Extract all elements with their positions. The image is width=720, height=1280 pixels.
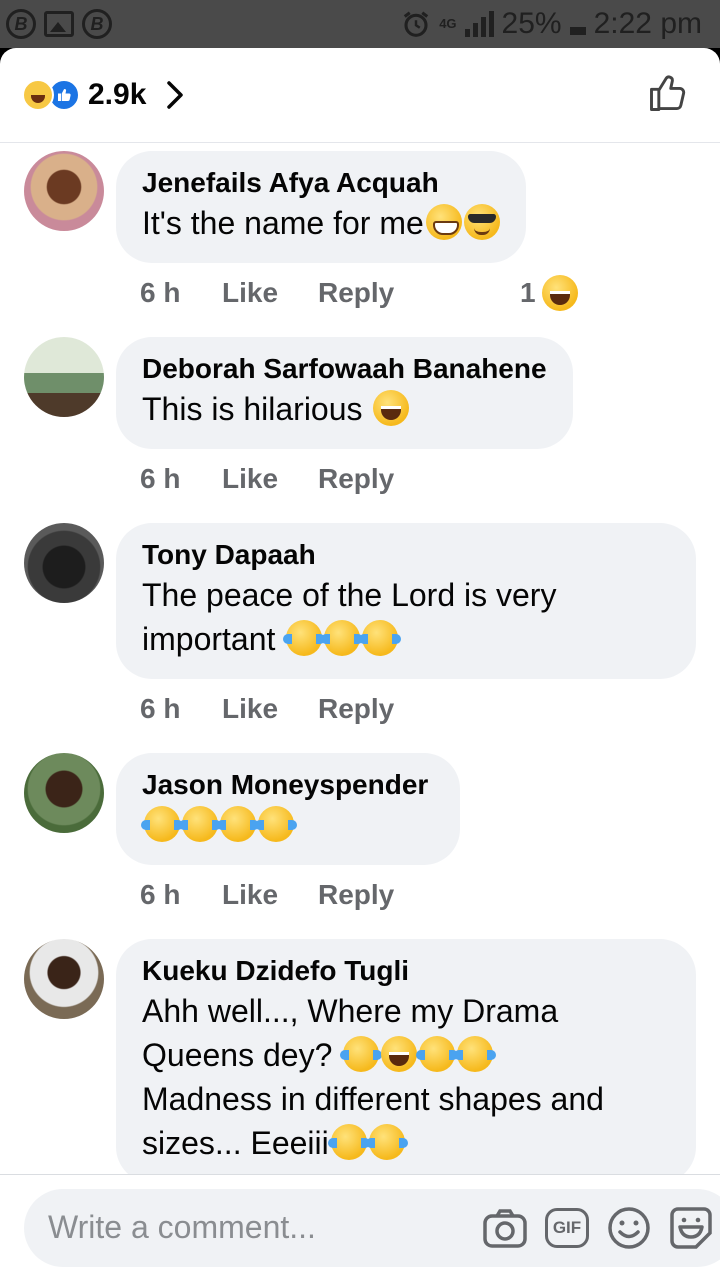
like-post-button[interactable] [646,71,690,120]
tears-of-joy-emoji-icon [217,806,259,842]
comment-bubble[interactable]: Jason Moneyspender [116,753,460,865]
comment-text: The peace of the Lord is very important [142,577,557,657]
tears-of-joy-emoji-icon [454,1036,497,1072]
gallery-notification-icon [44,11,74,37]
comment-author[interactable]: Kueku Dzidefo Tugli [142,953,670,989]
rolling-laughing-emoji-icon [416,1036,459,1072]
camera-button[interactable] [480,1203,530,1253]
comment-list: Jenefails Afya Acquah It's the name for … [0,143,720,1183]
tears-of-joy-emoji-icon [141,806,183,842]
comment-input[interactable] [48,1209,468,1246]
comment-item: Deborah Sarfowaah Banahene This is hilar… [0,337,720,509]
comment-time: 6 h [140,879,181,910]
like-button[interactable]: Like [222,693,318,725]
comment-actions: 6 h Like Reply [116,679,696,739]
avatar[interactable] [24,151,104,231]
reply-button[interactable]: Reply [318,693,394,725]
status-indicators: 4G 25% 2:22 pm [401,7,702,41]
tears-of-joy-emoji-icon [327,1124,370,1160]
comment-text: This is hilarious [142,387,547,431]
status-bar: B B 4G 25% 2:22 pm [0,0,720,48]
avatar[interactable] [24,523,104,603]
battery-icon [569,27,586,35]
sunglasses-emoji-icon [463,204,500,240]
comment-time: 6 h [140,693,181,724]
comment-text-line: sizes... Eeeiii [142,1121,670,1165]
comment-text [141,803,434,847]
laughing-emoji-icon [381,1036,418,1072]
comment-actions: 6 h Like Reply [116,449,696,509]
clock: 2:22 pm [593,7,702,40]
laugh-reaction-icon [22,79,54,111]
comment-item: Tony Dapaah The peace of the Lord is ver… [0,523,720,739]
comment-text-line: Queens dey? [142,1033,670,1077]
emoji-button[interactable] [604,1203,654,1253]
reactions-summary[interactable]: 2.9k [22,78,186,112]
comment-composer: GIF [0,1174,720,1280]
comment-reactions[interactable]: 1 [520,275,578,311]
comment-time: 6 h [140,277,181,308]
comment-author[interactable]: Tony Dapaah [142,537,670,573]
comment-text: It's the name for me [142,201,500,245]
comment-text-line: Madness in different shapes and [142,1081,604,1117]
comment-bubble[interactable]: Jenefails Afya Acquah It's the name for … [116,151,526,263]
comment-actions: 6 h Like Reply 1 [116,263,696,323]
gif-icon: GIF [545,1207,589,1248]
comments-sheet: 2.9k Jenefails Afya Acquah It's the name… [0,48,720,1280]
tears-of-joy-emoji-icon [179,806,221,842]
rolling-laughing-emoji-icon [321,620,364,656]
comment-actions: 6 h Like Reply [116,865,696,925]
smiley-icon [608,1206,650,1249]
tears-of-joy-emoji-icon [340,1036,383,1072]
avatar[interactable] [24,337,104,417]
comment-text-line: Ahh well..., Where my Drama [142,993,559,1029]
laughing-emoji-icon [373,390,410,426]
comment-bubble[interactable]: Tony Dapaah The peace of the Lord is ver… [116,523,696,679]
tears-of-joy-emoji-icon [255,806,297,842]
b-notification-icon: B [6,9,36,39]
camera-icon [483,1208,527,1248]
comment-bubble[interactable]: Kueku Dzidefo Tugli Ahh well..., Where m… [116,939,696,1183]
reply-button[interactable]: Reply [318,463,394,495]
comment-bubble[interactable]: Deborah Sarfowaah Banahene This is hilar… [116,337,573,449]
b-notification-icon: B [82,9,112,39]
alarm-icon [404,11,429,37]
comment-author[interactable]: Jason Moneyspender [142,767,434,803]
laugh-reaction-icon [541,275,578,311]
rolling-laughing-emoji-icon [359,620,402,656]
thumbs-up-icon [650,75,686,111]
battery-level: 25% [501,7,562,40]
chevron-right-icon [167,81,184,109]
like-button[interactable]: Like [222,463,318,495]
gif-button[interactable]: GIF [542,1203,592,1253]
like-button[interactable]: Like [222,277,318,309]
composer-box: GIF [24,1188,720,1267]
grin-emoji-icon [425,204,462,240]
sticker-button[interactable] [666,1203,716,1253]
comment-item: Jason Moneyspender 6 h Like Reply [0,753,720,925]
rolling-laughing-emoji-icon [365,1124,408,1160]
avatar[interactable] [24,939,104,1019]
reactions-header: 2.9k [0,48,720,143]
reaction-count: 2.9k [88,78,147,111]
comment-time: 6 h [140,463,181,494]
network-type: 4G [439,16,457,31]
signal-icon [464,11,494,37]
avatar[interactable] [24,753,104,833]
comment-item: Jenefails Afya Acquah It's the name for … [0,151,720,323]
comment-author[interactable]: Deborah Sarfowaah Banahene [142,351,547,387]
comment-item: Kueku Dzidefo Tugli Ahh well..., Where m… [0,939,720,1183]
comment-author[interactable]: Jenefails Afya Acquah [142,165,500,201]
rolling-laughing-emoji-icon [283,620,326,656]
status-notifications: B B [6,9,112,39]
reply-button[interactable]: Reply [318,879,394,911]
sticker-icon [670,1206,712,1249]
reply-button[interactable]: Reply [318,277,394,309]
like-button[interactable]: Like [222,879,318,911]
